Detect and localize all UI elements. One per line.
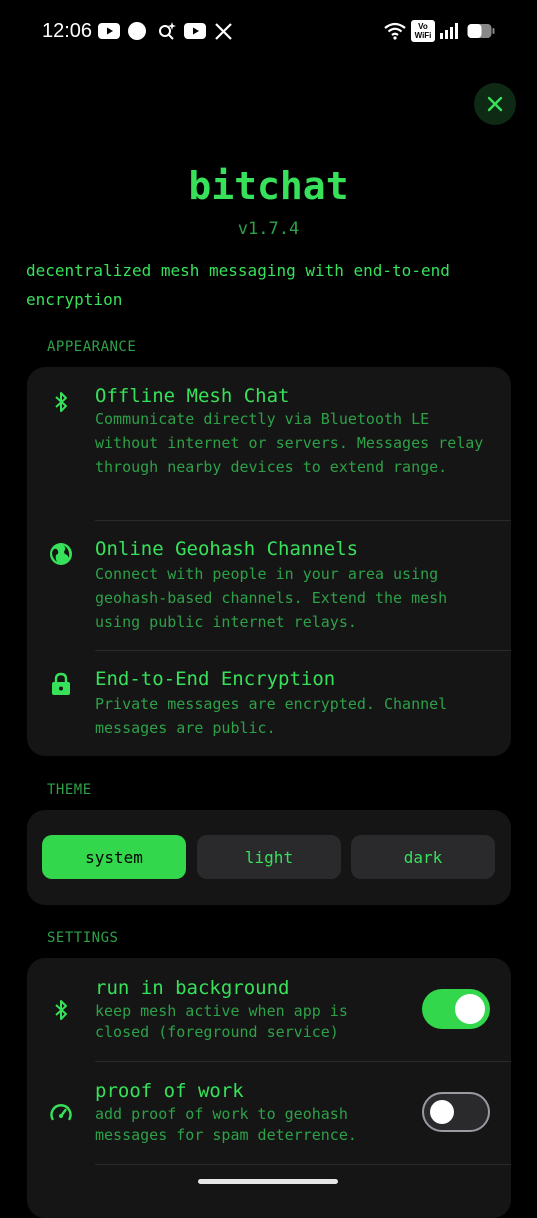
- setting-name: run in background: [95, 977, 290, 999]
- section-label-theme: THEME: [47, 782, 92, 798]
- proof-of-work-toggle[interactable]: [422, 1092, 490, 1132]
- theme-system-button[interactable]: system: [42, 835, 186, 879]
- feature-description: Communicate directly via Bluetooth LE wi…: [95, 410, 484, 476]
- setting-description: add proof of work to geohash messages fo…: [95, 1105, 357, 1144]
- app-version: v1.7.4: [237, 219, 300, 239]
- theme-card: system light dark: [27, 810, 511, 905]
- sparkle-search-icon: [156, 20, 178, 42]
- x-logo-icon: [215, 20, 232, 42]
- lock-icon: [49, 672, 73, 696]
- toggle-knob: [455, 994, 485, 1024]
- bluetooth-icon: [49, 390, 73, 414]
- feature-description: Private messages are encrypted. Channel …: [95, 695, 448, 737]
- circle-icon: [127, 20, 147, 42]
- toggle-knob: [430, 1100, 454, 1124]
- bluetooth-icon: [49, 998, 73, 1022]
- divider: [95, 1164, 511, 1165]
- feature-name: Online Geohash Channels: [95, 538, 359, 560]
- run-in-background-toggle[interactable]: [422, 989, 490, 1029]
- home-indicator[interactable]: [198, 1179, 338, 1184]
- close-icon: [487, 96, 503, 112]
- battery-icon: [467, 20, 495, 42]
- setting-description: keep mesh active when app is closed (for…: [95, 1002, 348, 1041]
- feature-description: Connect with people in your area using g…: [95, 565, 448, 631]
- theme-dark-button[interactable]: dark: [351, 835, 495, 879]
- status-time: 12:06: [42, 20, 93, 42]
- globe-icon: [49, 542, 73, 566]
- setting-name: proof of work: [95, 1080, 244, 1102]
- setting-run-in-background: run in background keep mesh active when …: [27, 958, 511, 1061]
- divider: [95, 650, 511, 651]
- signal-icon: [440, 20, 460, 42]
- features-card: Offline Mesh Chat Communicate directly v…: [27, 367, 511, 756]
- feature-name: Offline Mesh Chat: [95, 385, 290, 407]
- youtube-icon: [184, 20, 206, 42]
- theme-light-button[interactable]: light: [197, 835, 341, 879]
- setting-proof-of-work: proof of work add proof of work to geoha…: [27, 1061, 511, 1164]
- speedometer-icon: [49, 1101, 73, 1125]
- divider: [95, 520, 511, 521]
- vowifi-badge: Vo WiFi: [411, 20, 435, 42]
- close-button[interactable]: [474, 83, 516, 125]
- app-tagline: decentralized mesh messaging with end-to…: [26, 261, 450, 309]
- status-bar: 12:06 Vo WiFi: [0, 0, 537, 62]
- section-label-settings: SETTINGS: [47, 930, 119, 946]
- section-label-appearance: APPEARANCE: [47, 339, 137, 355]
- app-title: bitchat: [188, 164, 349, 208]
- wifi-icon: [384, 20, 406, 42]
- feature-name: End-to-End Encryption: [95, 668, 336, 690]
- youtube-icon: [98, 20, 120, 42]
